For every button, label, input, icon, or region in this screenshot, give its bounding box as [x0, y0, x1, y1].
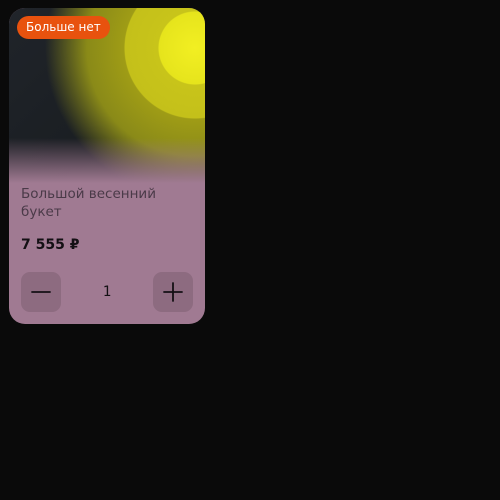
increment-button[interactable]	[153, 272, 193, 312]
product-price: 7 555 ₽	[21, 237, 80, 253]
minus-icon	[31, 291, 51, 293]
decrement-button[interactable]	[21, 272, 61, 312]
quantity-value: 1	[102, 284, 112, 300]
plus-icon	[163, 282, 183, 302]
out-of-stock-badge: Больше нет	[17, 16, 110, 39]
product-card[interactable]: Больше нет Большой весенний букет 7 555 …	[9, 8, 205, 324]
quantity-stepper: 1	[21, 272, 193, 312]
product-title[interactable]: Большой весенний букет	[21, 185, 191, 221]
page: Больше нет Большой весенний букет 7 555 …	[0, 0, 500, 500]
